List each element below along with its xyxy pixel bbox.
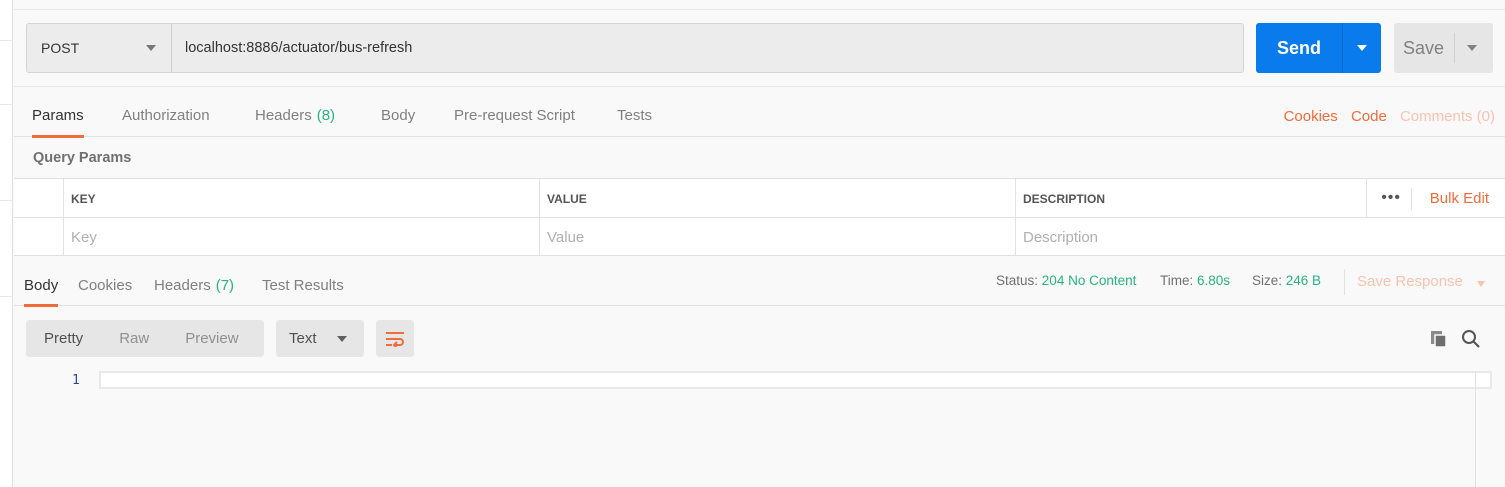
sidebar-edge xyxy=(0,0,13,487)
more-options-icon[interactable]: ••• xyxy=(1381,189,1401,207)
method-label: POST xyxy=(41,40,80,56)
key-input[interactable]: Key xyxy=(63,218,539,256)
tab-response-body[interactable]: Body xyxy=(24,270,59,307)
response-headers-count: (7) xyxy=(215,277,235,294)
time-value: 6.80s xyxy=(1197,273,1231,288)
send-button[interactable]: Send xyxy=(1256,23,1381,73)
description-column-header: DESCRIPTION xyxy=(1015,179,1366,218)
chevron-down-icon xyxy=(1477,281,1485,287)
view-mode-toggle: Pretty Raw Preview xyxy=(26,320,264,357)
tab-params[interactable]: Params xyxy=(32,97,84,138)
table-row: Key Value Description xyxy=(14,218,1505,256)
chevron-down-icon xyxy=(337,336,347,342)
cookies-link[interactable]: Cookies xyxy=(1284,108,1338,125)
tab-authorization[interactable]: Authorization xyxy=(122,97,210,137)
url-input[interactable]: localhost:8886/actuator/bus-refresh xyxy=(171,23,1244,73)
size-value: 246 B xyxy=(1285,273,1322,288)
code-link[interactable]: Code xyxy=(1351,108,1387,125)
method-select[interactable]: POST xyxy=(26,23,172,73)
chevron-down-icon xyxy=(146,45,156,51)
preview-button[interactable]: Preview xyxy=(167,330,256,347)
headers-count: (8) xyxy=(316,107,336,124)
tab-headers[interactable]: Headers (8) xyxy=(255,97,335,137)
code-line xyxy=(99,371,1492,389)
time-readout: Time: 6.80s xyxy=(1160,273,1231,288)
send-options-chevron-icon[interactable] xyxy=(1343,23,1381,73)
table-header-row: KEY VALUE DESCRIPTION ••• Bulk Edit xyxy=(14,179,1505,218)
search-icon[interactable] xyxy=(1461,329,1481,349)
save-label: Save xyxy=(1402,37,1445,58)
scrollbar[interactable] xyxy=(1475,371,1476,487)
line-number: 1 xyxy=(72,373,80,388)
query-params-title: Query Params xyxy=(33,150,132,166)
response-editor[interactable]: 1 xyxy=(14,366,1505,487)
save-options-chevron-icon[interactable] xyxy=(1455,23,1493,73)
pretty-button[interactable]: Pretty xyxy=(26,330,101,347)
send-label: Send xyxy=(1276,37,1321,58)
params-table: KEY VALUE DESCRIPTION ••• Bulk Edit Key … xyxy=(14,178,1505,256)
status-value: 204 No Content xyxy=(1041,273,1137,288)
wrap-lines-icon xyxy=(386,331,404,347)
key-column-header: KEY xyxy=(63,179,539,218)
tab-test-results[interactable]: Test Results xyxy=(262,270,344,306)
tab-body[interactable]: Body xyxy=(381,97,415,137)
size-readout: Size: 246 B xyxy=(1252,273,1322,288)
format-select[interactable]: Text xyxy=(276,320,364,357)
tab-response-cookies[interactable]: Cookies xyxy=(78,270,132,306)
save-response-button[interactable]: Save Response xyxy=(1357,273,1485,290)
wrap-lines-button[interactable] xyxy=(376,320,414,357)
tab-pre-request-script[interactable]: Pre-request Script xyxy=(454,97,575,137)
tab-response-headers[interactable]: Headers (7) xyxy=(154,270,234,306)
description-input[interactable]: Description xyxy=(1015,218,1505,256)
raw-button[interactable]: Raw xyxy=(101,330,167,347)
copy-icon[interactable] xyxy=(1429,329,1449,349)
url-value: localhost:8886/actuator/bus-refresh xyxy=(185,40,413,56)
request-tabs: Params Authorization Headers (8) Body Pre… xyxy=(14,97,1505,138)
divider xyxy=(14,9,1505,10)
value-column-header: VALUE xyxy=(539,179,1015,218)
tab-tests[interactable]: Tests xyxy=(617,97,652,137)
value-input[interactable]: Value xyxy=(539,218,1015,256)
status-readout: Status: 204 No Content xyxy=(996,273,1137,288)
bulk-edit-link[interactable]: Bulk Edit xyxy=(1430,190,1489,207)
comments-link[interactable]: Comments (0) xyxy=(1400,108,1495,125)
save-button[interactable]: Save xyxy=(1394,23,1493,73)
